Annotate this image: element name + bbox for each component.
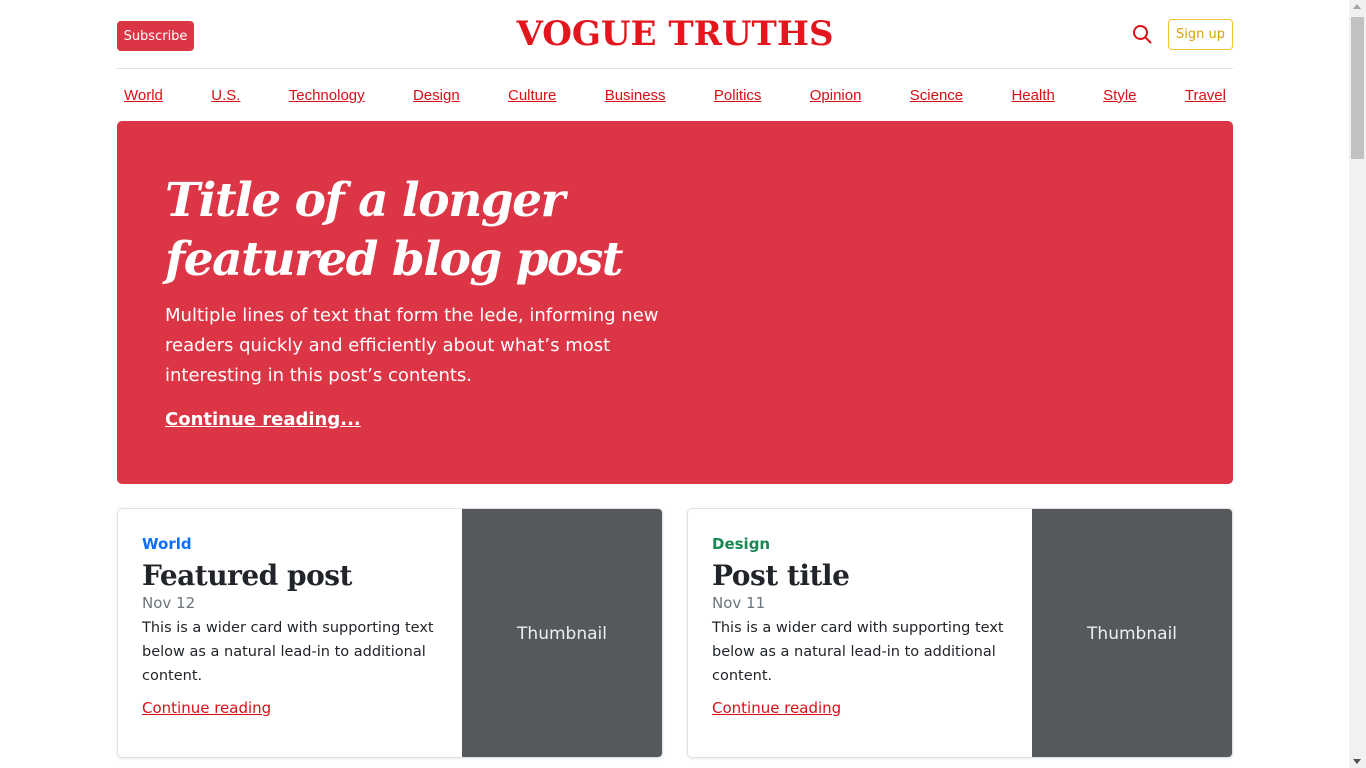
hero-lede: Multiple lines of text that form the led… (165, 305, 659, 386)
card-title: Featured post (142, 559, 352, 592)
page-scrollbar[interactable] (1349, 0, 1366, 768)
nav-item-travel[interactable]: Travel (1185, 87, 1226, 104)
card-body: Design Post title Nov 11 This is a wider… (712, 535, 1012, 717)
hero-continue-link[interactable]: Continue reading... (165, 409, 361, 430)
scroll-down-arrow-icon[interactable] (1353, 759, 1361, 764)
nav-item-technology[interactable]: Technology (289, 87, 365, 104)
search-icon[interactable] (1132, 24, 1152, 44)
scroll-up-arrow-icon[interactable] (1353, 4, 1361, 9)
card-body: World Featured post Nov 12 This is a wid… (142, 535, 442, 717)
nav-item-us[interactable]: U.S. (211, 87, 240, 104)
nav-item-world[interactable]: World (124, 87, 163, 104)
card-text: This is a wider card with supporting tex… (712, 620, 1004, 684)
card-date: Nov 11 (712, 594, 766, 612)
nav-item-opinion[interactable]: Opinion (810, 87, 862, 104)
nav-item-business[interactable]: Business (605, 87, 666, 104)
post-card: World Featured post Nov 12 This is a wid… (117, 508, 663, 758)
post-card: Design Post title Nov 11 This is a wider… (687, 508, 1233, 758)
category-nav: World U.S. Technology Design Culture Bus… (117, 69, 1233, 121)
nav-item-science[interactable]: Science (910, 87, 963, 104)
card-continue-link[interactable]: Continue reading (142, 699, 271, 717)
card-category: World (142, 535, 192, 553)
page-container: Subscribe VOGUE TRUTHS Sign up World U.S… (117, 0, 1233, 758)
nav-item-health[interactable]: Health (1011, 87, 1054, 104)
card-text: This is a wider card with supporting tex… (142, 620, 434, 684)
nav-item-culture[interactable]: Culture (508, 87, 556, 104)
card-title: Post title (712, 559, 850, 592)
nav-item-style[interactable]: Style (1103, 87, 1136, 104)
scrollbar-thumb[interactable] (1351, 17, 1364, 159)
nav-item-politics[interactable]: Politics (714, 87, 762, 104)
site-header: Subscribe VOGUE TRUTHS Sign up (117, 0, 1233, 69)
card-date: Nov 12 (142, 594, 196, 612)
site-brand[interactable]: VOGUE TRUTHS (117, 14, 1233, 54)
card-category: Design (712, 535, 771, 553)
card-continue-link[interactable]: Continue reading (712, 699, 841, 717)
featured-hero: Title of a longer featured blog post Mul… (117, 121, 1233, 484)
nav-item-design[interactable]: Design (413, 87, 460, 104)
card-thumbnail: Thumbnail (1032, 509, 1232, 757)
signup-button[interactable]: Sign up (1168, 19, 1233, 50)
hero-title: Title of a longer featured blog post (165, 173, 624, 287)
card-thumbnail: Thumbnail (462, 509, 662, 757)
